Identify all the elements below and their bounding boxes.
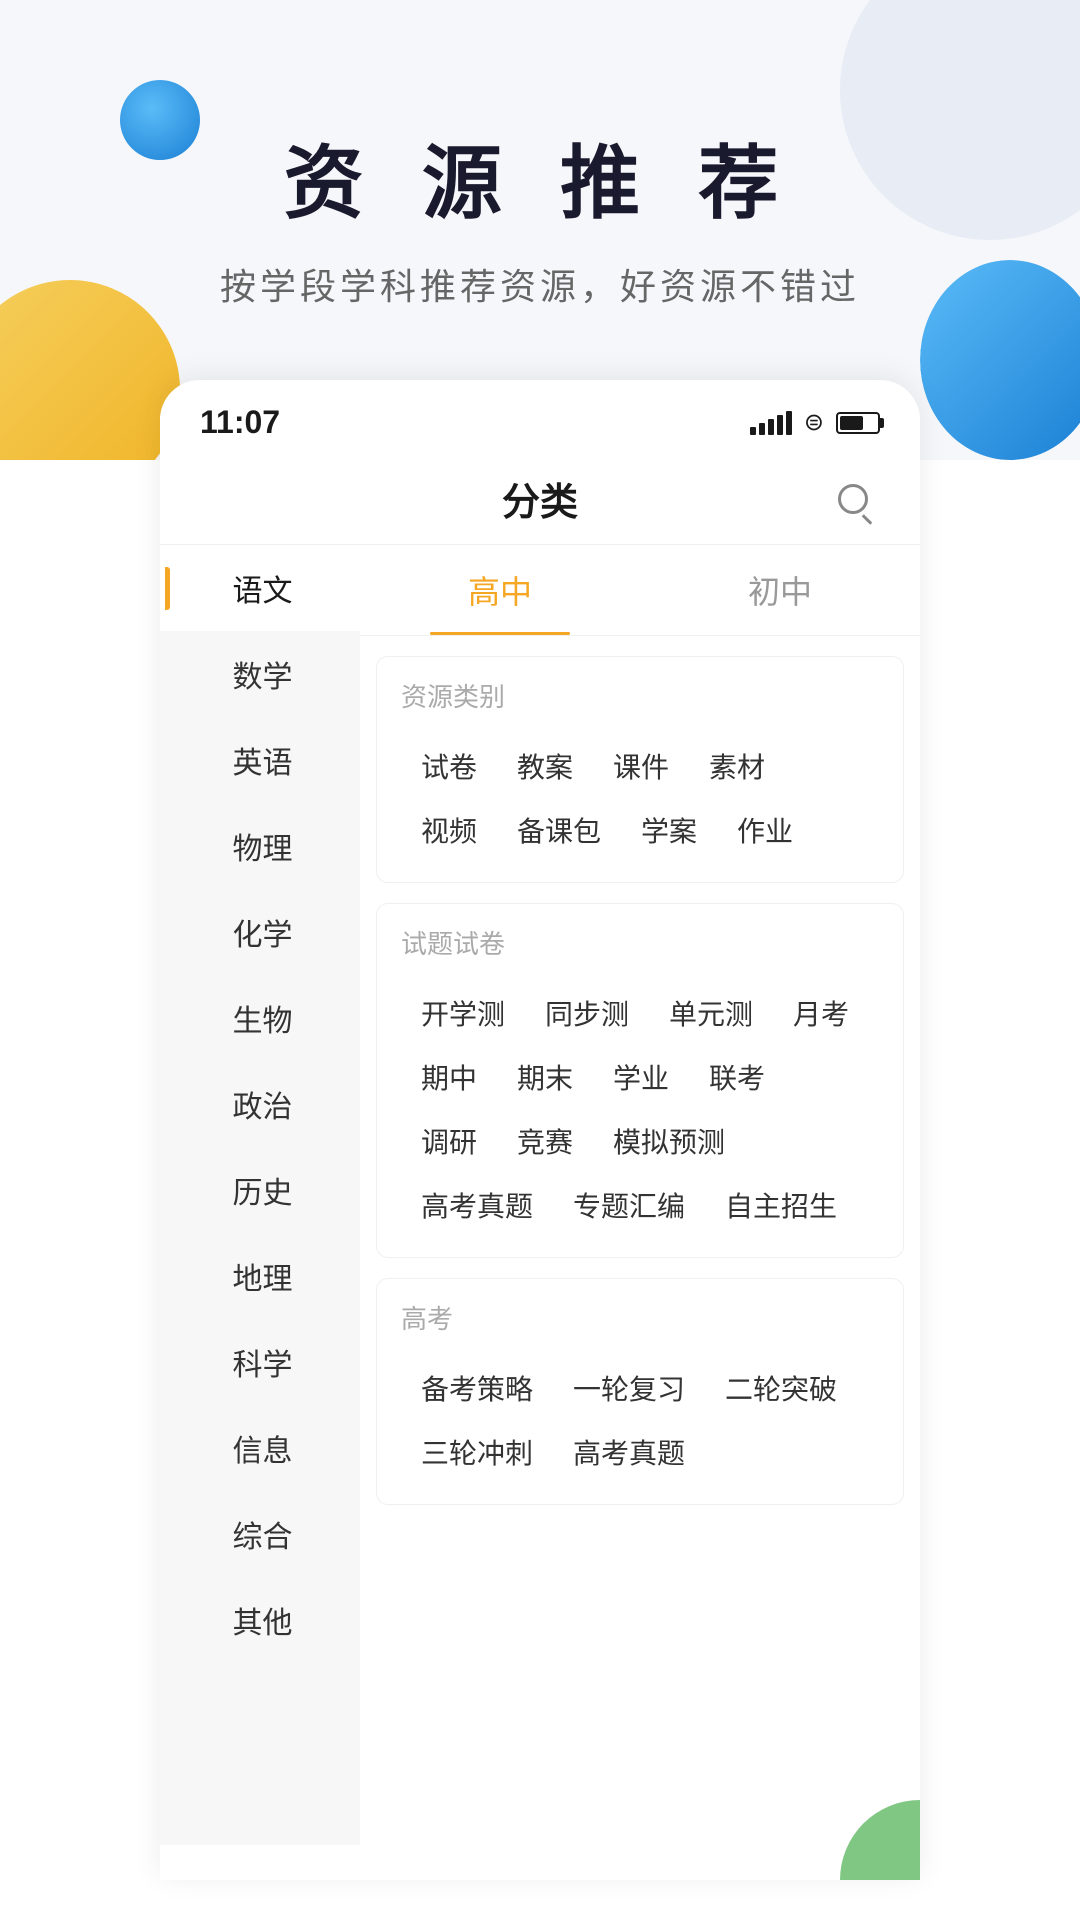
tag-自主招生[interactable]: 自主招生 [705, 1173, 857, 1237]
tag-试卷[interactable]: 试卷 [401, 734, 497, 798]
tag-单元测[interactable]: 单元测 [649, 981, 773, 1045]
sidebar-item-化学[interactable]: 化学 [160, 889, 360, 975]
signal-icon [750, 411, 792, 435]
sidebar-item-语文[interactable]: 语文 [160, 545, 360, 631]
tag-高考真题[interactable]: 高考真题 [401, 1173, 553, 1237]
main-area: 高中初中 资源类别试卷教案课件素材视频备课包学案作业试题试卷开学测同步测单元测月… [360, 545, 920, 1845]
tag-高考真题[interactable]: 高考真题 [553, 1420, 705, 1484]
category-section-资源类别: 资源类别试卷教案课件素材视频备课包学案作业 [376, 656, 904, 883]
tag-调研[interactable]: 调研 [401, 1109, 497, 1173]
tag-备考策略[interactable]: 备考策略 [401, 1356, 553, 1420]
sidebar-item-生物[interactable]: 生物 [160, 975, 360, 1061]
battery-icon [836, 412, 880, 434]
sidebar-item-科学[interactable]: 科学 [160, 1319, 360, 1405]
sidebar-item-历史[interactable]: 历史 [160, 1147, 360, 1233]
tag-一轮复习[interactable]: 一轮复习 [553, 1356, 705, 1420]
tag-素材[interactable]: 素材 [689, 734, 785, 798]
sidebar-item-政治[interactable]: 政治 [160, 1061, 360, 1147]
tags-grid: 开学测同步测单元测月考期中期末学业联考调研竞赛模拟预测高考真题专题汇编自主招生 [401, 981, 879, 1237]
content-layout: 语文数学英语物理化学生物政治历史地理科学信息综合其他 高中初中 资源类别试卷教案… [160, 545, 920, 1845]
category-sections: 资源类别试卷教案课件素材视频备课包学案作业试题试卷开学测同步测单元测月考期中期末… [360, 656, 920, 1505]
tag-学业[interactable]: 学业 [593, 1045, 689, 1109]
sidebar-item-其他[interactable]: 其他 [160, 1577, 360, 1663]
hero-subtitle: 按学段学科推荐资源，好资源不错过 [140, 258, 940, 310]
tag-作业[interactable]: 作业 [717, 798, 813, 862]
tags-grid: 备考策略一轮复习二轮突破三轮冲刺高考真题 [401, 1356, 879, 1484]
tag-竞赛[interactable]: 竞赛 [497, 1109, 593, 1173]
sidebar-item-物理[interactable]: 物理 [160, 803, 360, 889]
category-label: 试题试卷 [401, 924, 879, 961]
hero-text-block: 资 源 推 荐 按学段学科推荐资源，好资源不错过 [140, 140, 940, 310]
tags-grid: 试卷教案课件素材视频备课包学案作业 [401, 734, 879, 862]
category-section-试题试卷: 试题试卷开学测同步测单元测月考期中期末学业联考调研竞赛模拟预测高考真题专题汇编自… [376, 903, 904, 1258]
phone-frame: 11:07 ⊜ 分类 语文数学英语物理化学生物 [160, 380, 920, 1880]
tag-备课包[interactable]: 备课包 [497, 798, 621, 862]
tag-期末[interactable]: 期末 [497, 1045, 593, 1109]
status-icons: ⊜ [750, 408, 880, 437]
grade-tab-高中[interactable]: 高中 [360, 545, 640, 635]
status-time: 11:07 [200, 404, 280, 441]
nav-title: 分类 [502, 471, 578, 526]
sidebar-item-地理[interactable]: 地理 [160, 1233, 360, 1319]
sidebar-item-数学[interactable]: 数学 [160, 631, 360, 717]
category-section-高考: 高考备考策略一轮复习二轮突破三轮冲刺高考真题 [376, 1278, 904, 1505]
hero-blue-arc [920, 260, 1080, 460]
tag-课件[interactable]: 课件 [593, 734, 689, 798]
tag-三轮冲刺[interactable]: 三轮冲刺 [401, 1420, 553, 1484]
sidebar-item-信息[interactable]: 信息 [160, 1405, 360, 1491]
category-label: 高考 [401, 1299, 879, 1336]
tag-视频[interactable]: 视频 [401, 798, 497, 862]
tag-开学测[interactable]: 开学测 [401, 981, 525, 1045]
nav-bar: 分类 [160, 453, 920, 545]
status-bar: 11:07 ⊜ [160, 380, 920, 453]
subject-sidebar: 语文数学英语物理化学生物政治历史地理科学信息综合其他 [160, 545, 360, 1845]
tag-专题汇编[interactable]: 专题汇编 [553, 1173, 705, 1237]
search-button[interactable] [826, 472, 880, 526]
tag-模拟预测[interactable]: 模拟预测 [593, 1109, 745, 1173]
tag-联考[interactable]: 联考 [689, 1045, 785, 1109]
grade-tab-初中[interactable]: 初中 [640, 545, 920, 635]
tag-二轮突破[interactable]: 二轮突破 [705, 1356, 857, 1420]
tag-同步测[interactable]: 同步测 [525, 981, 649, 1045]
search-icon [838, 484, 868, 514]
wifi-icon: ⊜ [804, 408, 824, 437]
tag-月考[interactable]: 月考 [773, 981, 869, 1045]
tag-教案[interactable]: 教案 [497, 734, 593, 798]
category-label: 资源类别 [401, 677, 879, 714]
tag-学案[interactable]: 学案 [621, 798, 717, 862]
sidebar-item-英语[interactable]: 英语 [160, 717, 360, 803]
sidebar-item-综合[interactable]: 综合 [160, 1491, 360, 1577]
tag-期中[interactable]: 期中 [401, 1045, 497, 1109]
grade-tabs: 高中初中 [360, 545, 920, 636]
hero-title: 资 源 推 荐 [140, 140, 940, 228]
